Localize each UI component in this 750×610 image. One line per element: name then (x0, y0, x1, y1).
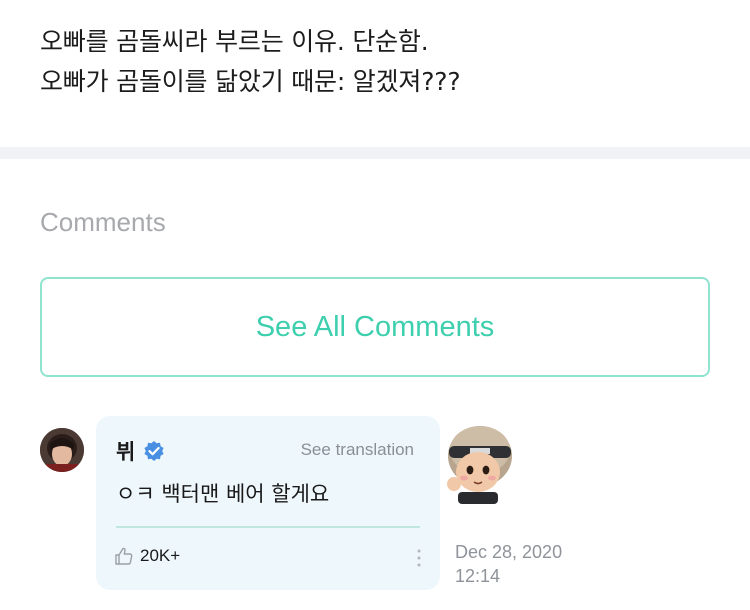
comment-bubble: 뷔 See translation ㅇㅋ 백터맨 베어 할게요 20K+ (96, 416, 440, 590)
comment-author-name[interactable]: 뷔 (116, 436, 135, 466)
like-count: 20K+ (140, 546, 181, 565)
see-all-comments-button[interactable]: See All Comments (40, 277, 710, 377)
post-line: 오빠를 곰돌씨라 부르는 이유. 단순함. (40, 27, 429, 56)
comment-author-row: 뷔 (116, 436, 165, 466)
sticker-image (440, 420, 516, 504)
see-translation-link[interactable]: See translation (301, 440, 414, 460)
section-divider (0, 147, 750, 159)
comment-time: 12:14 (455, 566, 501, 586)
verified-check-icon (143, 440, 165, 462)
like-button[interactable]: 20K+ (114, 546, 180, 566)
comment-text: ㅇㅋ 백터맨 베어 할게요 (116, 482, 330, 506)
avatar[interactable] (40, 428, 84, 472)
thumbs-up-icon (114, 546, 134, 566)
avatar-photo (40, 428, 84, 472)
comment-timestamp: Dec 28, 2020 12:14 (455, 540, 562, 588)
see-all-comments-label: See All Comments (255, 310, 495, 343)
comments-heading: Comments (40, 207, 166, 237)
post-line: 오빠가 곰돌이를 닮았기 때문: 알겠져??? (40, 67, 461, 96)
comment-date: Dec 28, 2020 (455, 542, 563, 562)
post-text: 오빠를 곰돌씨라 부르는 이유. 단순함. 오빠가 곰돌이를 닮았기 때문: 알… (40, 22, 730, 102)
comment-divider (116, 526, 420, 528)
more-vertical-icon[interactable] (416, 548, 422, 568)
